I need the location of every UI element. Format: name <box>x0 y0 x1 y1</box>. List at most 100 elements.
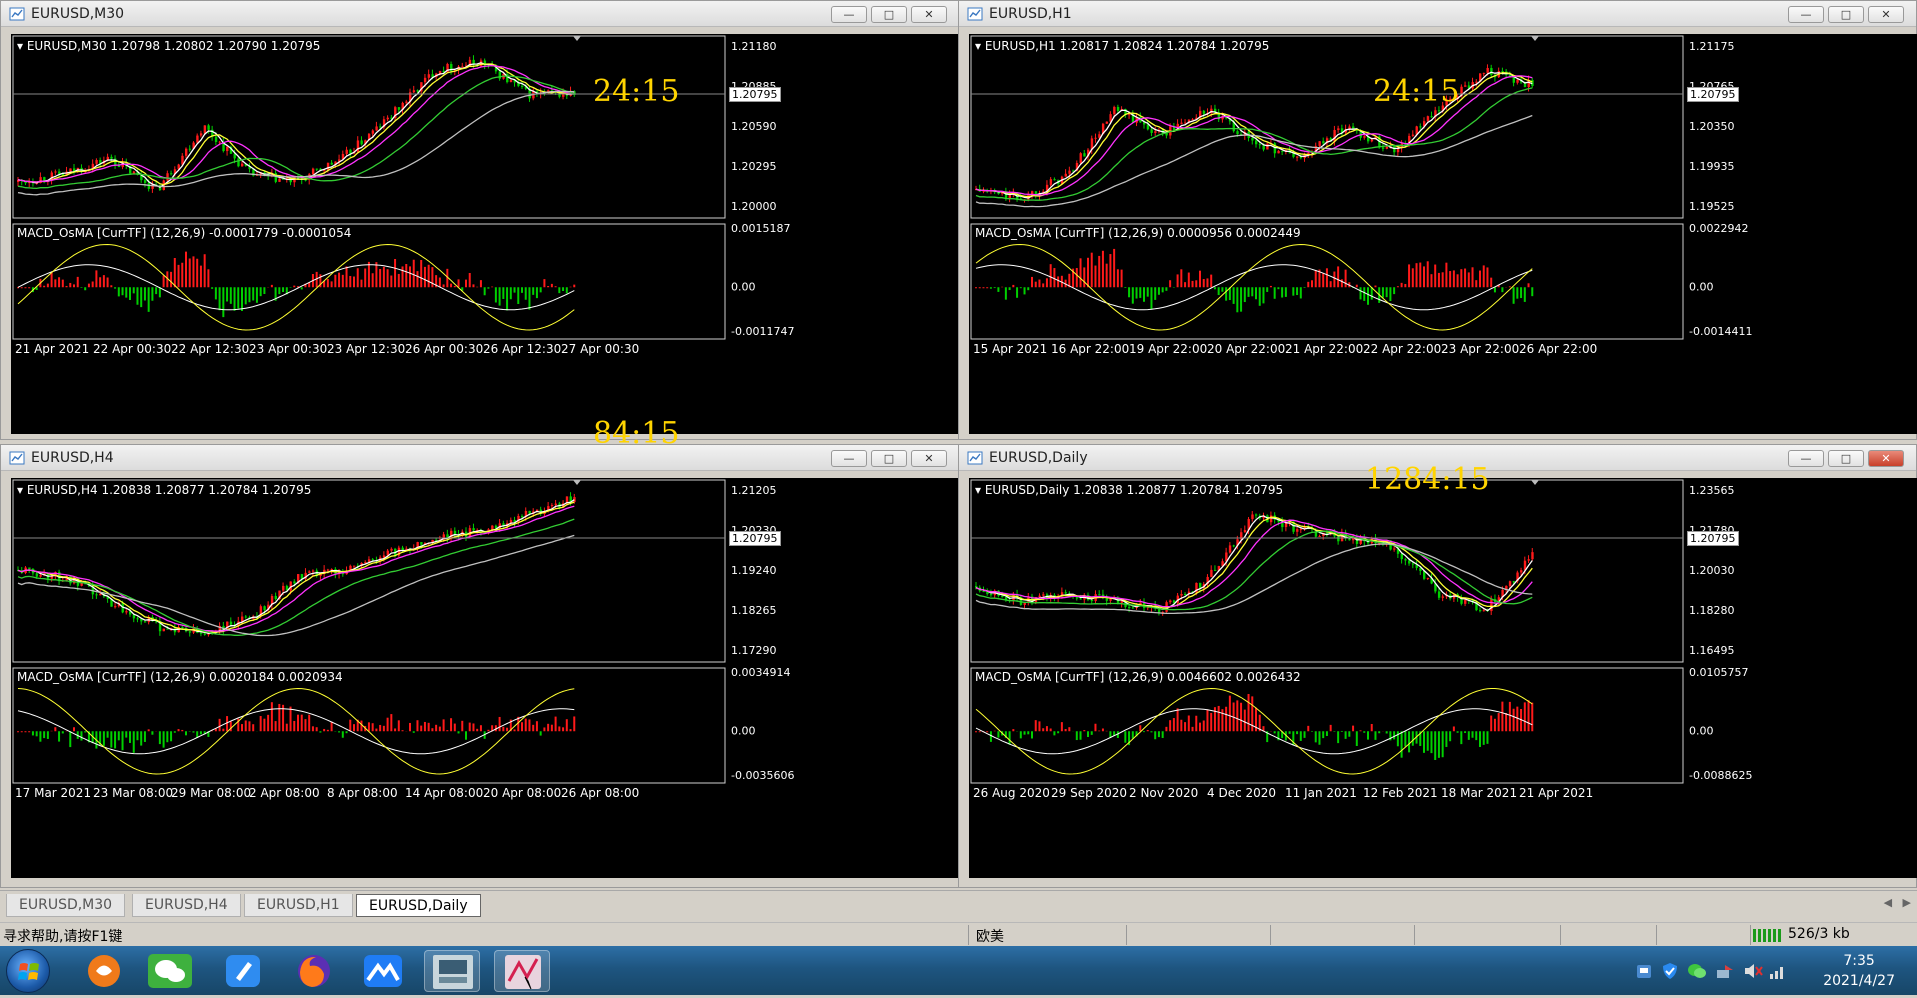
osma-bar <box>118 731 120 740</box>
taskbar-wechat-icon[interactable] <box>142 950 198 992</box>
maximize-button[interactable]: □ <box>871 6 907 23</box>
tab-eurusd-h4[interactable]: EURUSD,H4 <box>132 894 241 917</box>
window-titlebar[interactable]: EURUSD,H4 — □ ✕ <box>1 445 959 471</box>
minimize-button[interactable]: — <box>831 6 867 23</box>
candle-body <box>36 573 38 576</box>
taskbar-metatrader-icon[interactable] <box>494 950 550 992</box>
taskbar-app-orange-icon[interactable] <box>76 950 132 992</box>
candle-body <box>387 118 389 120</box>
osma-bar <box>226 287 228 301</box>
start-button[interactable] <box>6 949 50 993</box>
tab-scroll-arrows[interactable]: ◀ ▶ <box>1884 896 1911 909</box>
osma-bar <box>476 287 478 288</box>
osma-bar <box>282 287 284 292</box>
close-button[interactable]: ✕ <box>911 450 947 467</box>
maximize-button[interactable]: □ <box>871 450 907 467</box>
osma-bar <box>499 287 501 305</box>
minimize-button[interactable]: — <box>831 450 867 467</box>
taskbar-mountain-app-icon[interactable] <box>356 950 412 992</box>
osma-bar <box>1143 731 1145 732</box>
tab-eurusd-daily[interactable]: EURUSD,Daily <box>356 894 481 917</box>
tray-volume-muted-icon[interactable] <box>1743 962 1763 980</box>
taskbar-pen-app-icon[interactable] <box>216 950 272 992</box>
osma-bar <box>997 287 999 292</box>
osma-bar <box>237 287 239 308</box>
windows-taskbar: 7:35 2021/4/27 <box>0 946 1917 995</box>
osma-bar <box>1386 287 1388 297</box>
osma-bar <box>398 720 400 731</box>
chart-window-h1[interactable]: EURUSD,H1 — □ ✕ 1.211751.207651.203501.1… <box>958 0 1917 440</box>
osma-bar <box>51 272 53 287</box>
osma-bar <box>185 252 187 288</box>
maximize-button[interactable]: □ <box>1828 6 1864 23</box>
osma-bar <box>1479 271 1481 288</box>
window-titlebar[interactable]: EURUSD,H1 — □ ✕ <box>959 1 1916 27</box>
candle-body <box>241 617 243 622</box>
tab-eurusd-h1[interactable]: EURUSD,H1 <box>244 894 353 917</box>
candle-body <box>1464 85 1466 86</box>
osma-bar <box>994 731 996 732</box>
osma-bar <box>547 724 549 731</box>
osma-bar <box>136 287 138 304</box>
tray-shield-icon[interactable] <box>1661 962 1679 980</box>
osma-bar <box>1050 264 1052 287</box>
osma-bar <box>319 731 321 732</box>
close-button[interactable]: ✕ <box>1868 450 1904 467</box>
osma-bar <box>1188 715 1190 731</box>
osma-bar <box>1468 272 1470 287</box>
close-button[interactable]: ✕ <box>911 6 947 23</box>
osma-bar <box>1457 731 1459 732</box>
chart-window-m30[interactable]: EURUSD,M30 — □ ✕ 1.211801.208851.205901.… <box>0 0 960 440</box>
osma-bar <box>1371 724 1373 731</box>
candle-body <box>1270 515 1272 522</box>
candle-body <box>207 125 209 129</box>
osma-bar <box>1389 287 1391 301</box>
osma-bar <box>1330 281 1332 287</box>
osma-bar <box>525 719 527 732</box>
tab-eurusd-m30[interactable]: EURUSD,M30 <box>6 894 125 917</box>
candle-body <box>1490 599 1492 611</box>
candle-body <box>1412 563 1414 564</box>
candle-body <box>1337 536 1339 541</box>
time-axis-label: 12 Feb 2021 <box>1363 786 1438 800</box>
osma-bar <box>1038 721 1040 731</box>
osma-bar <box>95 270 97 287</box>
candle-body <box>1169 600 1171 602</box>
osma-bar <box>1341 731 1343 732</box>
taskbar-clock[interactable]: 7:35 2021/4/27 <box>1823 951 1895 991</box>
taskbar-app-tile-icon[interactable] <box>424 950 480 992</box>
osma-bar <box>439 278 441 288</box>
candle-body <box>1300 157 1302 158</box>
tray-network-icon[interactable] <box>1715 962 1735 980</box>
osma-bar <box>1427 261 1429 287</box>
osma-bar <box>1098 256 1100 287</box>
osma-bar <box>346 266 348 287</box>
osma-bar <box>986 287 988 288</box>
candle-body <box>1486 68 1488 73</box>
osma-bar <box>413 731 415 733</box>
chart-window-daily[interactable]: EURUSD,Daily — □ ✕ 1.235651.217801.20030… <box>958 444 1917 888</box>
minimize-button[interactable]: — <box>1788 450 1824 467</box>
candle-body <box>308 571 310 572</box>
osma-bar <box>136 731 138 740</box>
osma-bar <box>1035 720 1037 731</box>
candle-body <box>1214 570 1216 571</box>
osma-bar <box>428 723 430 731</box>
window-titlebar[interactable]: EURUSD,M30 — □ ✕ <box>1 1 959 27</box>
osma-bar <box>1057 276 1059 287</box>
minimize-button[interactable]: — <box>1788 6 1824 23</box>
close-button[interactable]: ✕ <box>1868 6 1904 23</box>
taskbar-firefox-icon[interactable] <box>286 950 342 992</box>
time-axis-label: 11 Jan 2021 <box>1285 786 1357 800</box>
tray-signal-icon[interactable] <box>1769 962 1787 980</box>
maximize-button[interactable]: □ <box>1828 450 1864 467</box>
tray-wechat-icon[interactable] <box>1687 962 1707 980</box>
osma-bar <box>189 259 191 288</box>
osma-bar <box>331 281 333 287</box>
osma-bar <box>1132 731 1134 738</box>
osma-bar <box>573 285 575 288</box>
osma-bar <box>1087 731 1089 737</box>
tray-security-icon[interactable] <box>1635 962 1653 980</box>
osma-bar <box>196 259 198 287</box>
chart-window-h4[interactable]: EURUSD,H4 — □ ✕ 1.212051.202301.192401.1… <box>0 444 960 888</box>
